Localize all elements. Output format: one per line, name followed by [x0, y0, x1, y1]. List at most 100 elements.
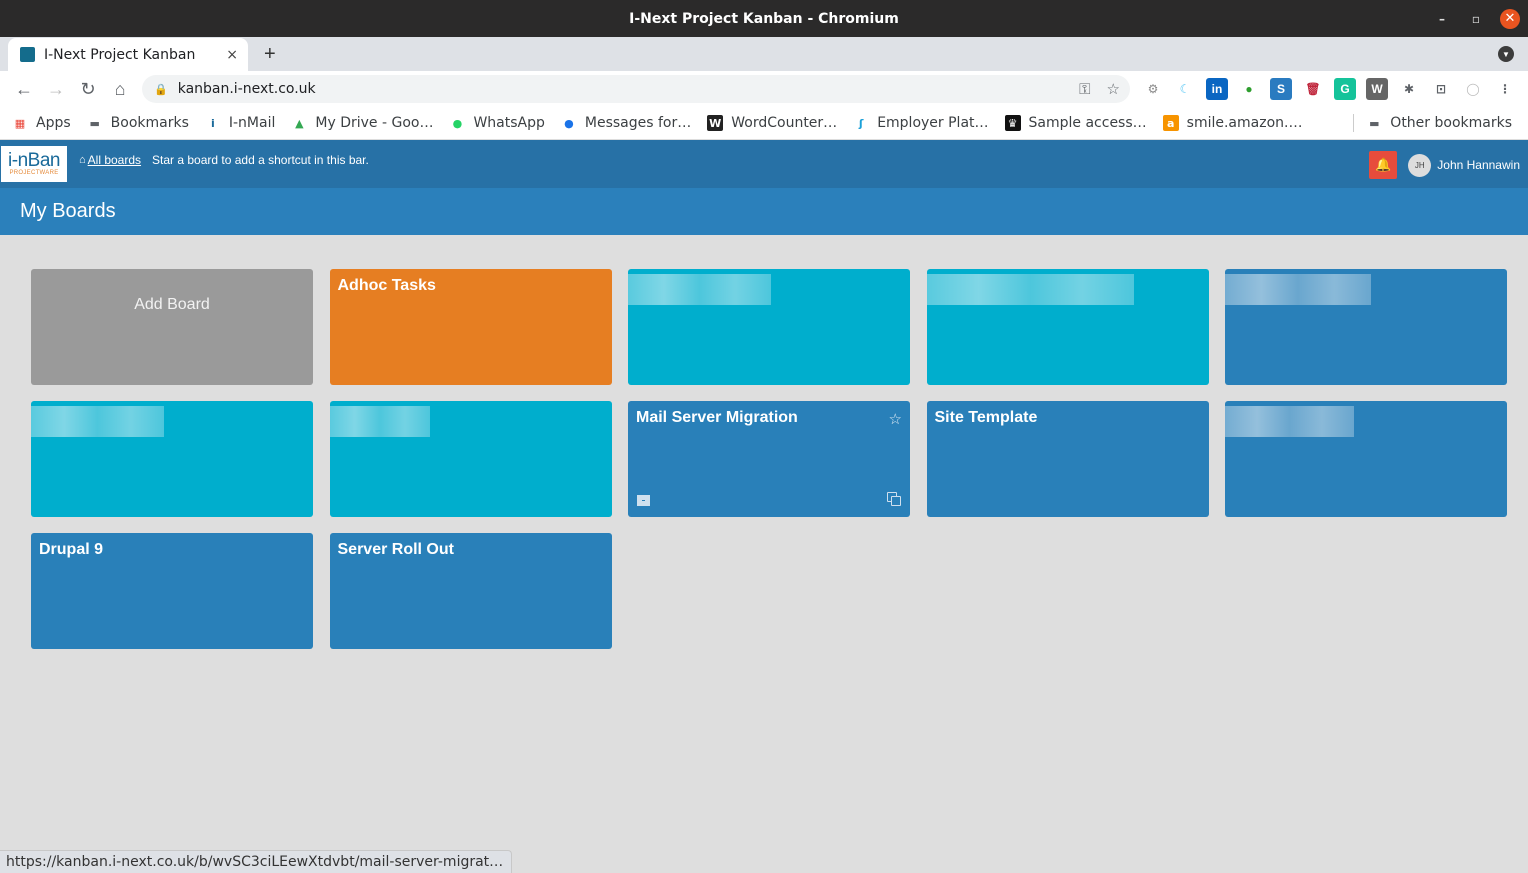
bookmark-item[interactable]: W WordCounter…: [707, 115, 837, 131]
forward-button[interactable]: →: [40, 73, 72, 105]
add-board-button[interactable]: Add Board: [31, 269, 313, 385]
inban-logo[interactable]: i-nBan PROJECTWARE: [1, 146, 67, 182]
trash-extension-icon[interactable]: 🗑: [1302, 78, 1324, 100]
close-window-button[interactable]: ✕: [1500, 8, 1520, 29]
redacted-board-title: [1225, 406, 1354, 437]
board-tile[interactable]: [1225, 401, 1507, 517]
notifications-bell-icon[interactable]: 🔔: [1369, 151, 1398, 179]
bookmark-label: Sample access…: [1028, 115, 1147, 131]
browser-tab[interactable]: I-Next Project Kanban ×: [8, 38, 248, 71]
google-drive-icon: ▲: [295, 116, 304, 130]
url-text[interactable]: kanban.i-next.co.uk: [178, 81, 1063, 97]
profile-icon[interactable]: ◯: [1462, 78, 1484, 100]
bookmark-label: WordCounter…: [731, 115, 838, 131]
amazon-icon: a: [1162, 115, 1179, 131]
board-tile[interactable]: Mail Server Migration ☆: [628, 401, 910, 517]
board-title: Adhoc Tasks: [337, 277, 436, 294]
bookmarks-separator: [1353, 114, 1355, 132]
star-board-icon[interactable]: ☆: [889, 410, 902, 428]
page-title-bar: My Boards: [0, 188, 1528, 235]
app-header: i-nBan PROJECTWARE ⌂ All boards Star a b…: [0, 140, 1528, 188]
window-controls: – ▫ ✕: [1432, 0, 1520, 37]
reload-button[interactable]: ↻: [72, 73, 104, 105]
board-tile[interactable]: Adhoc Tasks: [329, 269, 612, 385]
wordpress-extension-icon[interactable]: W: [1366, 78, 1388, 100]
green-dot-extension-icon[interactable]: ●: [1238, 78, 1260, 100]
window-titlebar: I-Next Project Kanban - Chromium – ▫ ✕: [0, 0, 1528, 37]
jquery-extension-icon[interactable]: ☾: [1174, 78, 1196, 100]
menu-kebab-icon[interactable]: ⋮: [1494, 78, 1516, 100]
grammarly-extension-icon[interactable]: G: [1334, 78, 1356, 100]
tab-favicon-icon: [20, 47, 35, 62]
window-title: I-Next Project Kanban - Chromium: [629, 10, 899, 27]
home-button[interactable]: ⌂: [104, 73, 136, 105]
redacted-board-title: [628, 274, 771, 305]
tab-title: I-Next Project Kanban: [44, 46, 196, 63]
bookmark-item[interactable]: a smile.amazon.…: [1162, 115, 1302, 131]
bookmark-item[interactable]: ● WhatsApp: [449, 115, 545, 131]
inmail-icon: i: [210, 116, 215, 130]
lock-icon[interactable]: 🔒: [154, 83, 168, 96]
add-board-label: Add Board: [134, 296, 210, 313]
board-tile[interactable]: Drupal 9: [31, 533, 313, 649]
bookmark-label: Apps: [36, 115, 71, 131]
bookmark-label: I-nMail: [228, 115, 276, 131]
board-title: Site Template: [934, 409, 1038, 426]
other-bookmarks[interactable]: ▬ Other bookmarks: [1366, 115, 1512, 131]
all-boards-label[interactable]: All boards: [88, 153, 141, 167]
tab-search-icon[interactable]: ▼: [1498, 46, 1514, 62]
logo-main-text: i-nBan: [8, 150, 60, 171]
page-title: My Boards: [20, 200, 116, 222]
other-bookmarks-label: Other bookmarks: [1390, 115, 1512, 131]
board-title: Mail Server Migration: [636, 409, 798, 426]
redacted-board-title: [1225, 274, 1371, 305]
gov-crown-icon: ♛: [1004, 115, 1021, 131]
key-icon[interactable]: ⚿: [1079, 80, 1090, 98]
header-user-area: 🔔 JH John Hannawin: [1369, 151, 1520, 179]
restore-button[interactable]: ▫: [1466, 9, 1486, 29]
board-tile[interactable]: [926, 269, 1209, 385]
s-extension-icon[interactable]: S: [1270, 78, 1292, 100]
bookmark-item[interactable]: ♛ Sample access…: [1004, 115, 1147, 131]
board-tile[interactable]: Server Roll Out: [329, 533, 612, 649]
bookmark-item[interactable]: ▲ My Drive - Goo…: [291, 115, 433, 131]
user-name[interactable]: John Hannawin: [1437, 158, 1520, 172]
bookmark-label: Messages for…: [584, 115, 692, 131]
puzzle-extensions-icon[interactable]: ✱: [1398, 78, 1420, 100]
board-tile[interactable]: [1225, 269, 1507, 385]
back-button[interactable]: ←: [8, 73, 40, 105]
redacted-board-title: [926, 274, 1134, 305]
folder-icon: ▬: [89, 116, 100, 130]
bookmark-item[interactable]: ▬ Bookmarks: [87, 115, 188, 131]
whatsapp-icon: ●: [452, 116, 463, 130]
board-tile[interactable]: [329, 401, 612, 517]
all-boards-link[interactable]: ⌂ All boards: [79, 153, 141, 167]
board-tile[interactable]: [31, 401, 313, 517]
employer-platform-icon: ʃ: [858, 116, 864, 130]
tab-strip: I-Next Project Kanban × + ▼: [0, 37, 1528, 71]
tab-close-icon[interactable]: ×: [226, 47, 238, 63]
logo-sub-text: PROJECTWARE: [9, 170, 59, 176]
bookmark-item[interactable]: ʃ Employer Plat…: [853, 115, 989, 131]
copy-board-icon[interactable]: [887, 492, 902, 507]
bookmark-item[interactable]: i I-nMail: [205, 115, 276, 131]
address-bar[interactable]: 🔒 kanban.i-next.co.uk ⚿ ☆: [142, 75, 1130, 103]
board-tile[interactable]: [628, 269, 910, 385]
bookmark-item[interactable]: ▦ Apps: [12, 115, 71, 131]
minimize-button[interactable]: –: [1432, 9, 1452, 29]
boards-grid: Add Board Adhoc Tasks Mail Server Migratio…: [31, 269, 1507, 649]
cast-icon[interactable]: ⊡: [1430, 78, 1452, 100]
browser-toolbar: ← → ↻ ⌂ 🔒 kanban.i-next.co.uk ⚿ ☆ ⚙ ☾ in ● S…: [0, 71, 1528, 107]
linkedin-extension-icon[interactable]: in: [1206, 78, 1228, 100]
new-tab-button[interactable]: +: [264, 38, 276, 71]
bookmark-star-icon[interactable]: ☆: [1107, 80, 1120, 98]
redacted-board-title: [31, 406, 164, 437]
settings-extension-icon[interactable]: ⚙: [1142, 78, 1164, 100]
status-bar-url: https://kanban.i-next.co.uk/b/wvSC3ciLEe…: [0, 850, 513, 873]
home-icon: ⌂: [79, 153, 86, 166]
bookmark-item[interactable]: ● Messages for…: [561, 115, 691, 131]
archive-board-icon[interactable]: [637, 495, 650, 506]
board-tile[interactable]: Site Template: [926, 401, 1209, 517]
avatar[interactable]: JH: [1408, 153, 1432, 177]
board-title: Server Roll Out: [337, 541, 454, 558]
